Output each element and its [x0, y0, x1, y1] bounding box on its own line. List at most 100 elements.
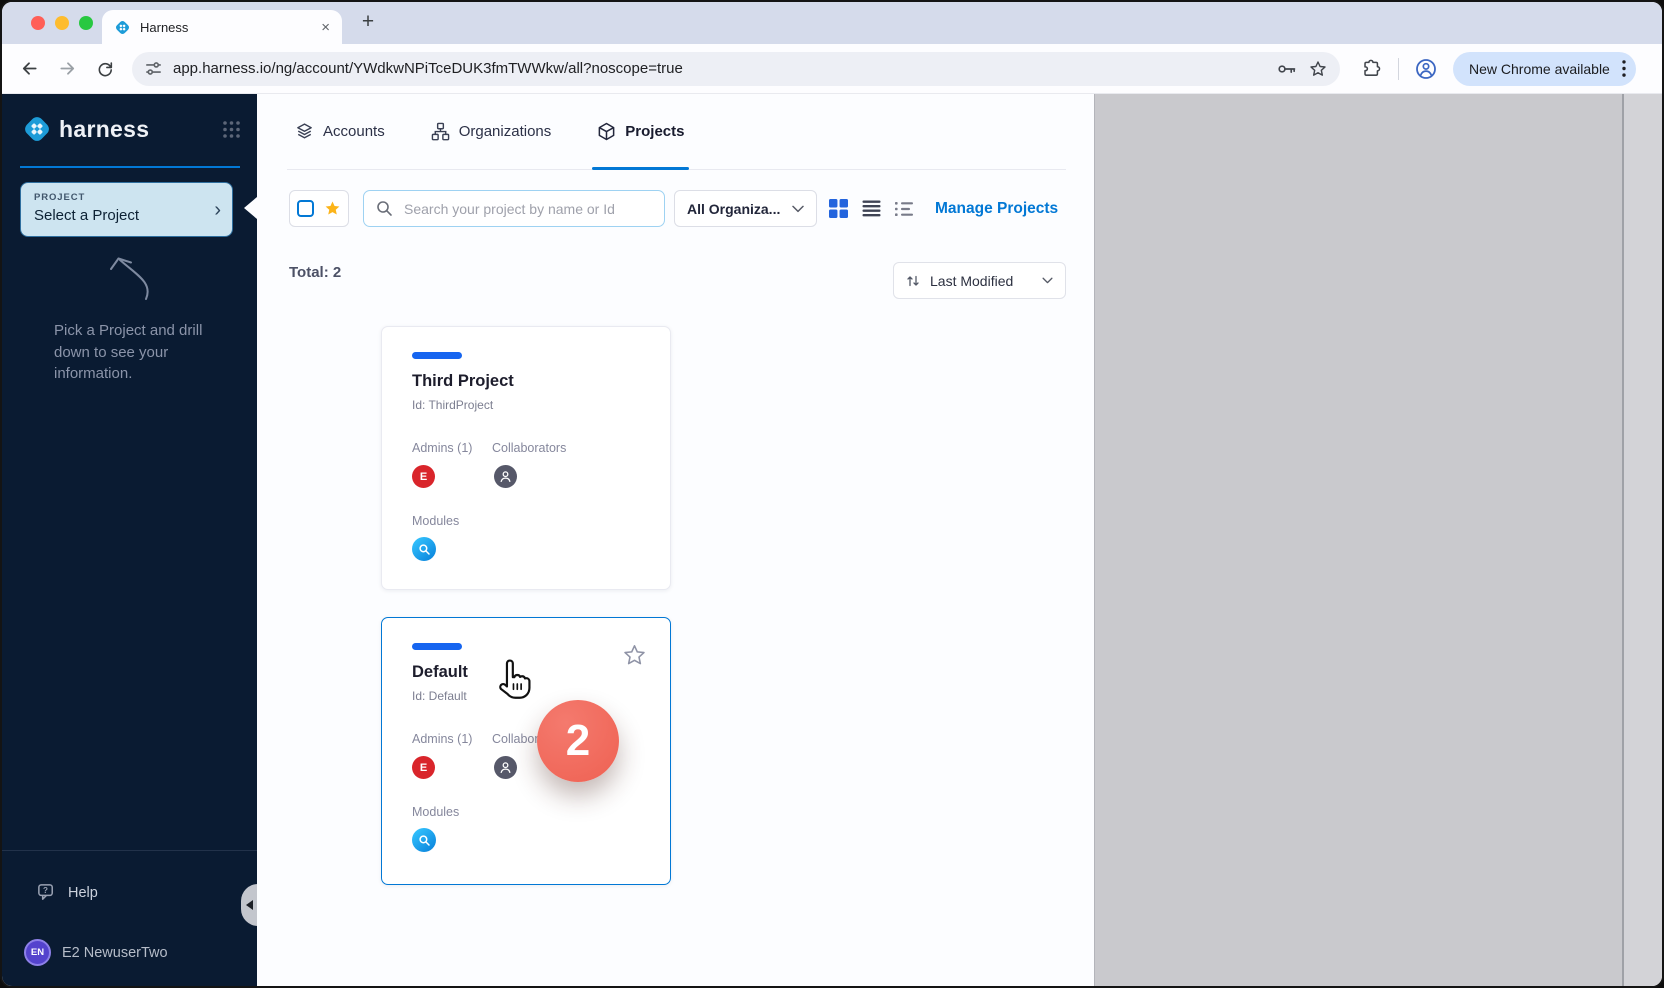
module-icon[interactable] [412, 537, 436, 561]
list-view-icon[interactable] [862, 200, 881, 217]
project-color-bar [412, 643, 462, 650]
sidebar: harness PROJECT Select a Project › Pick … [2, 94, 257, 986]
sort-arrows-icon [906, 274, 920, 288]
admin-avatar[interactable]: E [412, 756, 435, 779]
organization-filter-value: All Organiza... [687, 201, 780, 217]
project-id: Id: Default [412, 689, 467, 703]
person-icon [499, 470, 512, 483]
sidebar-divider [20, 166, 240, 168]
bookmark-star-icon[interactable] [1308, 59, 1328, 79]
scrollbar-gutter[interactable] [1622, 94, 1664, 986]
tab-label: Organizations [459, 123, 552, 140]
minimize-window-button[interactable] [55, 16, 69, 30]
organization-filter-dropdown[interactable]: All Organiza... [674, 190, 817, 227]
project-color-bar [412, 352, 462, 359]
layers-icon [295, 122, 314, 141]
favorites-filter-group [289, 190, 349, 227]
admins-label: Admins (1) [412, 732, 472, 746]
url-bar[interactable]: app.harness.io/ng/account/YWdkwNPiTceDUK… [132, 52, 1340, 86]
help-label: Help [68, 885, 98, 901]
sort-dropdown[interactable]: Last Modified [893, 262, 1066, 299]
star-outline-icon [621, 642, 648, 669]
logo-wordmark: harness [59, 116, 149, 143]
project-title: Default [412, 663, 468, 682]
annotation-step-badge: 2 [537, 700, 619, 782]
project-search[interactable] [363, 190, 665, 227]
reload-button[interactable] [90, 54, 120, 84]
project-card-third-project[interactable]: Third Project Id: ThirdProject Admins (1… [381, 326, 671, 590]
select-project-button[interactable]: PROJECT Select a Project › [20, 182, 233, 237]
url-text[interactable]: app.harness.io/ng/account/YWdkwNPiTceDUK… [173, 60, 1266, 77]
toolbar-divider [1398, 58, 1399, 80]
back-arrow-icon [20, 59, 39, 78]
org-chart-icon [431, 122, 450, 141]
tab-projects[interactable]: Projects [597, 94, 684, 169]
browser-toolbar: app.harness.io/ng/account/YWdkwNPiTceDUK… [2, 44, 1662, 94]
browser-window: Harness × + app.harness.io/ng/account/YW… [0, 0, 1664, 988]
select-project-label: Select a Project [34, 207, 219, 224]
project-card-default[interactable]: Default Id: Default Admins (1) Collabora… [381, 617, 671, 885]
new-chrome-available-button[interactable]: New Chrome available [1453, 52, 1636, 86]
sidebar-hint-text: Pick a Project and drill down to see you… [54, 320, 212, 385]
forward-arrow-icon [58, 59, 77, 78]
chevron-down-icon [792, 205, 804, 213]
help-menu-item[interactable]: ? Help [36, 882, 98, 903]
user-menu-item[interactable]: EN E2 NewuserTwo [24, 939, 168, 966]
mouse-cursor-icon [494, 658, 536, 704]
project-id: Id: ThirdProject [412, 398, 493, 412]
extensions-puzzle-icon [1361, 58, 1382, 79]
tab-organizations[interactable]: Organizations [431, 94, 552, 169]
apps-grid-icon[interactable] [222, 120, 241, 139]
main-content: Accounts Organizations Projects [257, 94, 1094, 986]
help-chat-icon: ? [36, 882, 57, 903]
sort-value: Last Modified [930, 273, 1032, 289]
user-name: E2 NewuserTwo [62, 945, 168, 961]
sidebar-bottom-divider [2, 850, 257, 851]
view-toggles [829, 190, 914, 227]
extensions-button[interactable] [1356, 54, 1386, 84]
back-button[interactable] [14, 54, 44, 84]
module-magnifier-icon [418, 543, 431, 556]
svg-text:?: ? [43, 886, 48, 895]
site-info-icon[interactable] [144, 59, 163, 78]
project-section-label: PROJECT [34, 192, 219, 203]
favorite-star-icon[interactable] [323, 199, 342, 218]
module-magnifier-icon [418, 834, 431, 847]
tab-close-icon[interactable]: × [321, 20, 330, 35]
module-icon[interactable] [412, 828, 436, 852]
password-key-icon[interactable] [1276, 58, 1298, 80]
collaborator-invite-avatar[interactable] [494, 465, 517, 488]
tab-label: Accounts [323, 123, 385, 140]
more-vertical-icon[interactable] [1622, 60, 1626, 77]
chevron-down-icon [1042, 277, 1053, 284]
tab-label: Projects [625, 123, 684, 140]
modules-label: Modules [412, 514, 459, 528]
browser-tab[interactable]: Harness × [102, 10, 342, 44]
app-shell: harness PROJECT Select a Project › Pick … [2, 94, 1662, 986]
sidebar-notch [244, 197, 257, 219]
profile-button[interactable] [1411, 54, 1441, 84]
grid-view-icon[interactable] [829, 199, 848, 218]
forward-button[interactable] [52, 54, 82, 84]
logo-row: harness [22, 114, 241, 144]
reload-icon [96, 60, 114, 78]
new-chrome-label: New Chrome available [1469, 61, 1610, 77]
collaborator-invite-avatar[interactable] [494, 756, 517, 779]
maximize-window-button[interactable] [79, 16, 93, 30]
user-avatar: EN [24, 939, 51, 966]
search-input[interactable] [402, 200, 652, 218]
total-count: Total: 2 [289, 264, 341, 281]
collapse-left-icon [246, 900, 253, 910]
favorites-checkbox[interactable] [297, 200, 314, 217]
compact-list-view-icon[interactable] [895, 201, 914, 217]
modules-label: Modules [412, 805, 459, 819]
favorite-project-button[interactable] [621, 642, 648, 669]
cube-icon [597, 122, 616, 141]
browser-titlebar: Harness × + [2, 2, 1662, 44]
admin-avatar[interactable]: E [412, 465, 435, 488]
chevron-right-icon: › [214, 200, 221, 220]
new-tab-button[interactable]: + [354, 8, 382, 36]
tab-accounts[interactable]: Accounts [295, 94, 385, 169]
close-window-button[interactable] [31, 16, 45, 30]
manage-projects-link[interactable]: Manage Projects [935, 190, 1058, 227]
